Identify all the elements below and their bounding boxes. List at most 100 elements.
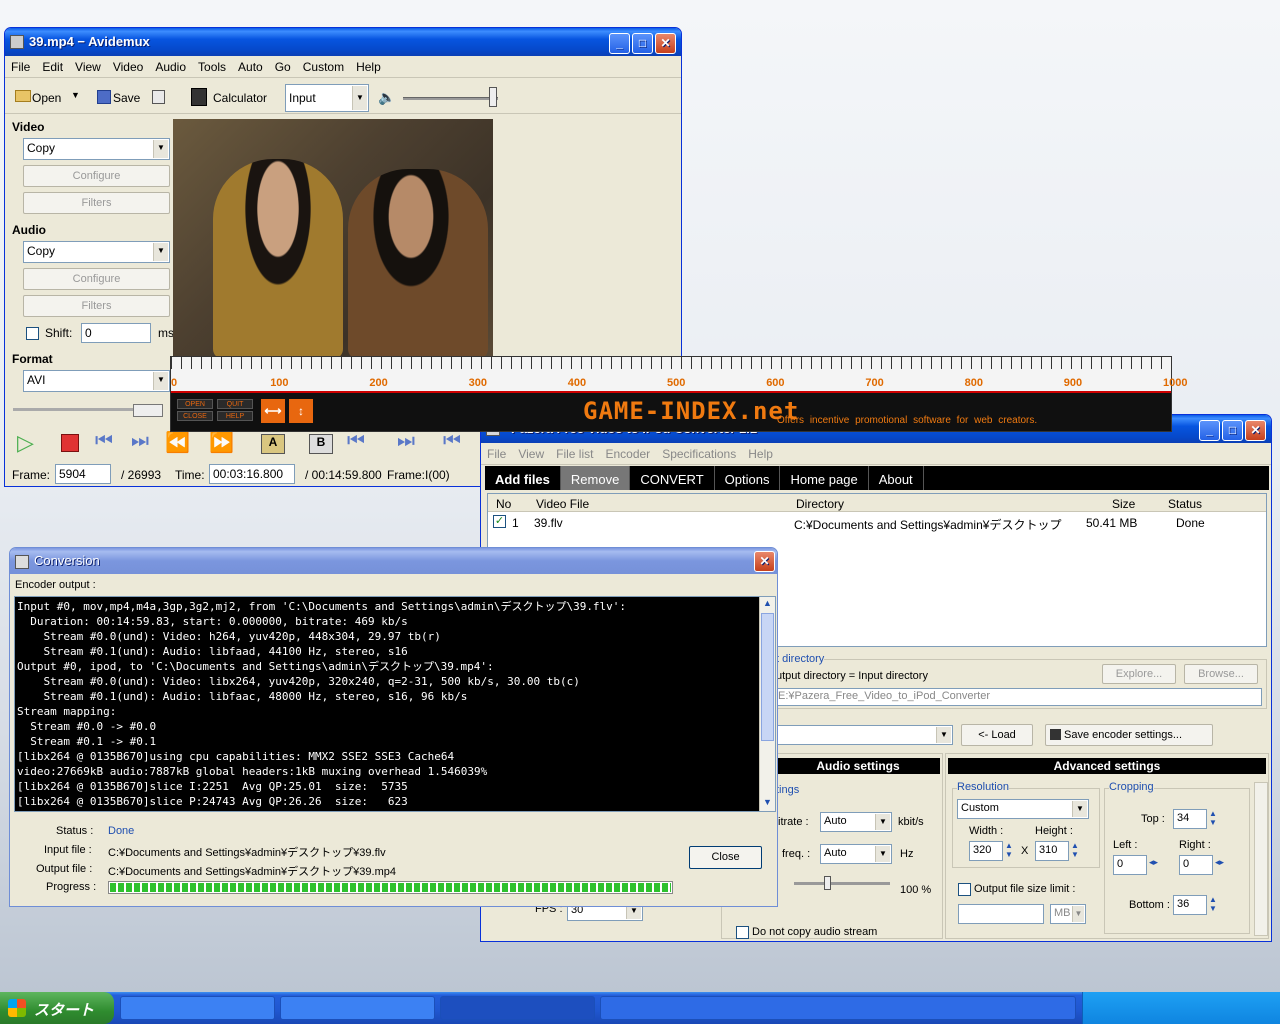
toolbar-add-files[interactable]: Add files — [485, 466, 561, 490]
menu-custom[interactable]: Custom — [297, 56, 350, 78]
size-unit-select[interactable]: MB ▼ — [1050, 904, 1086, 924]
calculator-icon[interactable] — [191, 88, 207, 106]
width-spin-icon[interactable]: ▲ ▼ — [1005, 841, 1013, 859]
col-video-file[interactable]: Video File — [536, 497, 589, 511]
menu-specifications[interactable]: Specifications — [656, 443, 742, 465]
time-input[interactable]: 00:03:16.800 — [209, 464, 295, 484]
shift-checkbox[interactable] — [26, 327, 39, 340]
shift-input[interactable]: 0 — [81, 323, 151, 343]
col-status[interactable]: Status — [1168, 497, 1202, 511]
banner-btn-quit[interactable]: QUIT — [217, 399, 253, 409]
row-checkbox[interactable]: ✓ — [493, 515, 506, 528]
top-input[interactable]: 34 — [1173, 809, 1207, 829]
volume-slider[interactable] — [403, 97, 498, 100]
open-dropdown-icon[interactable]: ▼ — [71, 90, 80, 100]
encoder-preset-select[interactable]: ▼ — [777, 725, 953, 745]
minimize-button[interactable]: _ — [1199, 420, 1220, 441]
prev-keyframe-icon[interactable]: ⏮ — [443, 430, 461, 453]
left-spin-icon[interactable]: ◂▸ — [1149, 857, 1158, 868]
scroll-up-icon[interactable]: ▲ — [763, 598, 772, 608]
audio-configure-button[interactable]: Configure — [23, 268, 170, 290]
avidemux-titlebar[interactable]: 39.mp4 − Avidemux _ □ ✕ — [5, 28, 681, 56]
toolbar-remove[interactable]: Remove — [560, 466, 631, 490]
toolbar-options[interactable]: Options — [715, 466, 781, 490]
minimize-button[interactable]: _ — [609, 33, 630, 54]
video-codec-select[interactable]: Copy ▼ — [23, 138, 170, 160]
toolbar-about[interactable]: About — [869, 466, 924, 490]
size-limit-input[interactable] — [958, 904, 1044, 924]
close-button[interactable]: ✕ — [1245, 420, 1266, 441]
play-icon[interactable]: ▷ — [17, 430, 34, 456]
position-slider-handle[interactable] — [133, 404, 163, 417]
input-select[interactable]: Input ▼ — [285, 84, 369, 112]
taskbar-button-3[interactable] — [440, 996, 595, 1020]
maximize-button[interactable]: □ — [1222, 420, 1243, 441]
bottom-spin-icon[interactable]: ▲ ▼ — [1209, 895, 1217, 913]
arrow-left-right-icon[interactable]: ⟷ — [261, 399, 285, 423]
stop-icon[interactable] — [61, 434, 79, 452]
save-encoder-settings-button[interactable]: Save encoder settings... — [1045, 724, 1213, 746]
explore-button[interactable]: Explore... — [1102, 664, 1176, 684]
menu-edit[interactable]: Edit — [36, 56, 69, 78]
left-input[interactable]: 0 — [1113, 855, 1147, 875]
volume-slider-handle[interactable] — [489, 87, 497, 107]
goto-end-icon[interactable]: ⏭ — [397, 430, 415, 453]
output-directory-input[interactable]: E:¥Pazera_Free_Video_to_iPod_Converter — [774, 688, 1262, 706]
audio-codec-select[interactable]: Copy ▼ — [23, 241, 170, 263]
height-input[interactable]: 310 — [1035, 841, 1069, 861]
right-input[interactable]: 0 — [1179, 855, 1213, 875]
col-no[interactable]: No — [496, 497, 511, 511]
volume-slider[interactable] — [794, 882, 890, 885]
taskbar-button-1[interactable] — [120, 996, 275, 1020]
volume-icon[interactable]: 🔈 — [378, 89, 395, 106]
save-icon[interactable] — [97, 90, 111, 104]
menu-file[interactable]: File — [5, 56, 36, 78]
save-button[interactable]: Save — [113, 91, 140, 105]
banner-site-name[interactable]: GAME-INDEX.net — [583, 397, 799, 425]
menu-help[interactable]: Help — [742, 443, 779, 465]
browse-button[interactable]: Browse... — [1184, 664, 1258, 684]
menu-file-list[interactable]: File list — [550, 443, 599, 465]
col-directory[interactable]: Directory — [796, 497, 844, 511]
encoder-log-scrollbar[interactable]: ▲ ▼ — [759, 597, 775, 811]
menu-encoder[interactable]: Encoder — [599, 443, 656, 465]
close-conversion-button[interactable]: Close — [689, 846, 762, 869]
taskbar-button-4[interactable] — [600, 996, 1076, 1020]
video-configure-button[interactable]: Configure — [23, 165, 170, 187]
output-directory-option[interactable]: utput directory = Input directory — [776, 670, 928, 682]
rewind-icon[interactable]: ⏪ — [165, 430, 190, 455]
load-button[interactable]: <- Load — [961, 724, 1033, 746]
freq-select[interactable]: Auto ▼ — [820, 844, 892, 864]
size-limit-checkbox[interactable] — [958, 883, 971, 896]
menu-tools[interactable]: Tools — [192, 56, 232, 78]
encoder-log[interactable]: Input #0, mov,mp4,m4a,3gp,3g2,mj2, from … — [14, 596, 776, 812]
save-as-icon[interactable] — [152, 90, 165, 104]
menu-audio[interactable]: Audio — [149, 56, 192, 78]
bitrate-select[interactable]: Auto ▼ — [820, 812, 892, 832]
volume-slider-handle[interactable] — [824, 876, 831, 890]
goto-start-icon[interactable]: ⏮ — [347, 430, 365, 453]
no-copy-audio-checkbox[interactable] — [736, 926, 749, 939]
mark-a-icon[interactable]: A — [261, 434, 285, 454]
mark-b-icon[interactable]: B — [309, 434, 333, 454]
close-button[interactable]: ✕ — [754, 551, 775, 572]
fast-forward-icon[interactable]: ⏩ — [209, 430, 234, 455]
advanced-scrollbar[interactable] — [1254, 782, 1268, 936]
banner-btn-help[interactable]: HELP — [217, 411, 253, 421]
arrow-up-down-icon[interactable]: ↕ — [289, 399, 313, 423]
toolbar-convert[interactable]: CONVERT — [630, 466, 715, 490]
width-input[interactable]: 320 — [969, 841, 1003, 861]
audio-filters-button[interactable]: Filters — [23, 295, 170, 317]
video-filters-button[interactable]: Filters — [23, 192, 170, 214]
open-button[interactable]: Open — [32, 91, 61, 105]
menu-auto[interactable]: Auto — [232, 56, 269, 78]
open-icon[interactable] — [15, 90, 31, 102]
top-spin-icon[interactable]: ▲ ▼ — [1209, 809, 1217, 827]
banner-btn-open[interactable]: OPEN — [177, 399, 213, 409]
format-select[interactable]: AVI ▼ — [23, 370, 170, 392]
resolution-select[interactable]: Custom ▼ — [957, 799, 1089, 819]
menu-help[interactable]: Help — [350, 56, 387, 78]
maximize-button[interactable]: □ — [632, 33, 653, 54]
conversion-titlebar[interactable]: Conversion ✕ — [10, 548, 777, 574]
bottom-input[interactable]: 36 — [1173, 895, 1207, 915]
